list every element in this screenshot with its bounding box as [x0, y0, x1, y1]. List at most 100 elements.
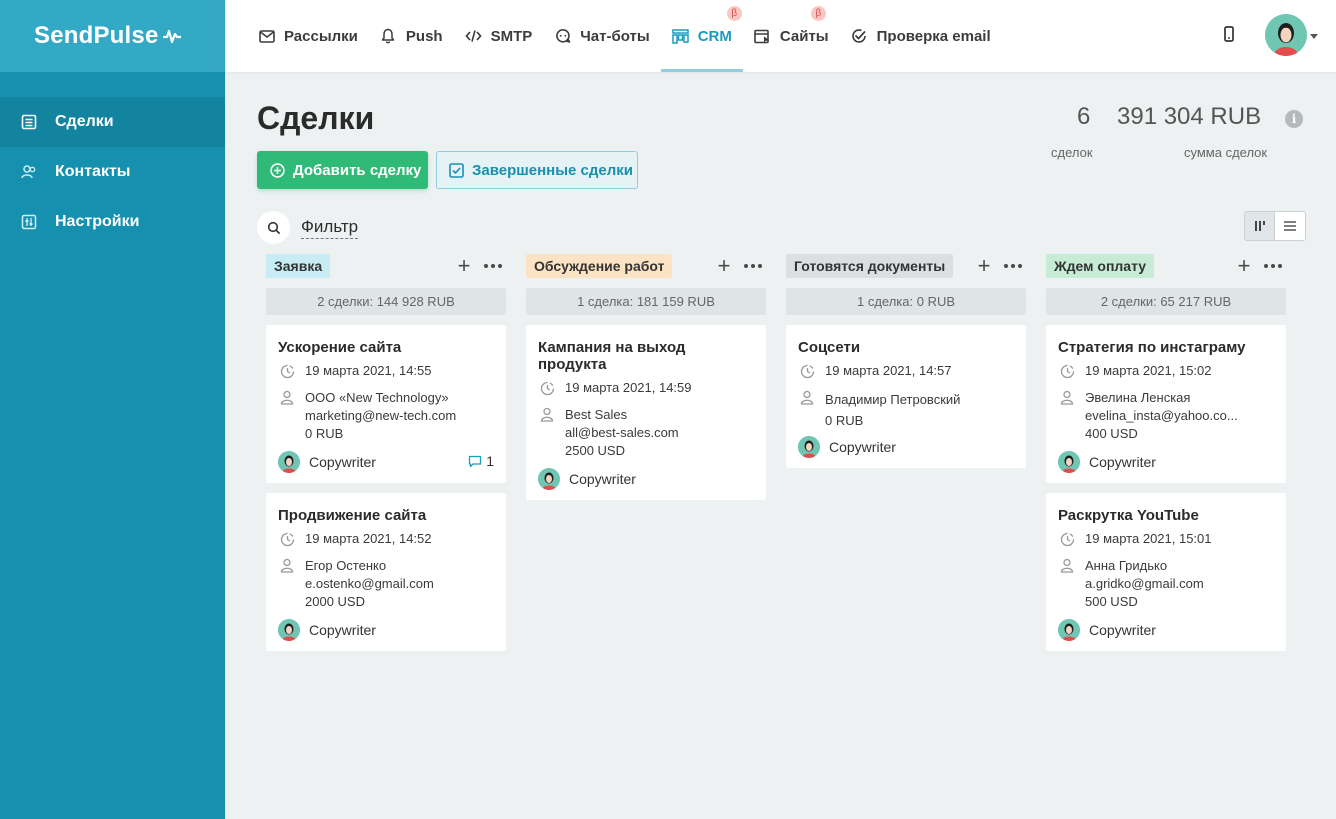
deal-date-row: 19 марта 2021, 14:55 — [278, 363, 494, 379]
column-header: Обсуждение работ + — [526, 253, 766, 278]
deal-title: Кампания на выход продукта — [538, 339, 686, 373]
kanban-icon — [1254, 221, 1265, 231]
nav-label: Проверка email — [876, 27, 991, 45]
deal-amount: 0 RUB — [825, 413, 864, 428]
contact-email: a.gridko@gmail.com — [1085, 576, 1204, 591]
contact-email: e.ostenko@gmail.com — [305, 576, 434, 591]
deal-title: Ускорение сайта — [278, 339, 402, 356]
add-deal-to-stage-button[interactable]: + — [456, 254, 472, 277]
sidebar-item-settings[interactable]: Настройки — [0, 197, 225, 247]
nav-label: Сайты — [779, 27, 829, 45]
clock-icon — [539, 380, 555, 396]
add-deal-button[interactable]: Добавить сделку — [257, 151, 428, 189]
pulse-icon — [162, 29, 181, 44]
contact-details: Владимир Петровский 0 RUB — [825, 389, 960, 431]
filter-toggle[interactable]: Фильтр — [301, 217, 359, 239]
deal-date: 19 марта 2021, 14:59 — [565, 380, 692, 395]
beta-badge: β — [726, 6, 742, 21]
sidebar: SendPulse Сделки Контакты Настройки — [0, 0, 225, 819]
nav-label: Чат-боты — [580, 27, 650, 45]
deal-title: Соцсети — [798, 339, 861, 356]
more-options-icon[interactable] — [484, 263, 502, 268]
more-options-icon[interactable] — [744, 263, 762, 268]
stage-badge[interactable]: Готовятся документы — [786, 253, 954, 278]
column-header: Заявка + — [266, 253, 506, 278]
contact-name: Best Sales — [565, 407, 628, 422]
beta-badge: β — [810, 6, 826, 21]
deals-count-label: сделок — [1051, 145, 1093, 160]
nav-chatbots[interactable]: Чат-боты — [543, 0, 660, 72]
deal-date-row: 19 марта 2021, 14:59 — [538, 380, 754, 396]
deal-date: 19 марта 2021, 15:02 — [1085, 363, 1212, 378]
nav-crm[interactable]: CRM β — [660, 0, 744, 72]
logo-bar: SendPulse — [0, 0, 225, 72]
settings-icon — [21, 214, 37, 230]
deal-contact-row: Анна Гридько a.gridko@gmail.com 500 USD — [1058, 557, 1274, 611]
kanban-view-button[interactable] — [1245, 212, 1276, 240]
view-toggle — [1244, 211, 1306, 241]
nav-smtp[interactable]: SMTP — [454, 0, 544, 72]
contact-name: Владимир Петровский — [825, 392, 961, 407]
stage-badge[interactable]: Заявка — [266, 253, 331, 278]
add-deal-to-stage-button[interactable]: + — [976, 254, 992, 277]
nav-push[interactable]: Push — [369, 0, 454, 72]
column-actions: + — [1236, 254, 1286, 277]
nav-sites[interactable]: Сайты β — [743, 0, 840, 72]
person-icon — [1059, 557, 1075, 573]
list-view-button[interactable] — [1275, 212, 1305, 240]
nav-mailings[interactable]: Рассылки — [247, 0, 369, 72]
plus-circle-icon — [270, 162, 285, 178]
deal-owner: Copywriter — [278, 619, 494, 641]
stage-badge[interactable]: Обсуждение работ — [526, 253, 673, 278]
stage-badge[interactable]: Ждем оплату — [1046, 253, 1155, 278]
comments-number: 1 — [486, 453, 494, 469]
deals-sum: 391 304 RUB — [1117, 103, 1262, 130]
deal-contact-row: Владимир Петровский 0 RUB — [798, 389, 1014, 431]
sidebar-item-deals[interactable]: Сделки — [0, 97, 225, 147]
deal-card[interactable]: Соцсети 19 марта 2021, 14:57 Владимир Пе… — [786, 325, 1026, 468]
contact-name: ООО «New Technology» — [305, 390, 449, 405]
deal-card[interactable]: Продвижение сайта 19 марта 2021, 14:52 Е… — [266, 493, 506, 651]
contact-details: Best Sales all@best-sales.com 2500 USD — [565, 406, 679, 460]
deal-date: 19 марта 2021, 14:57 — [825, 363, 952, 378]
deal-date-row: 19 марта 2021, 15:01 — [1058, 531, 1274, 547]
deal-card[interactable]: Раскрутка YouTube 19 марта 2021, 15:01 А… — [1046, 493, 1286, 651]
more-options-icon[interactable] — [1264, 263, 1282, 268]
sidebar-nav: Сделки Контакты Настройки — [0, 97, 225, 247]
owner-name: Copywriter — [569, 471, 636, 487]
deal-card[interactable]: Ускорение сайта 19 марта 2021, 14:55 ООО… — [266, 325, 506, 483]
column-actions: + — [456, 254, 506, 277]
filter-search-button[interactable] — [257, 211, 290, 244]
completed-deals-label: Завершенные сделки — [472, 161, 634, 179]
owner-name: Copywriter — [1089, 622, 1156, 638]
deal-card[interactable]: Кампания на выход продукта 19 марта 2021… — [526, 325, 766, 500]
column-summary: 1 сделка: 181 159 RUB — [526, 288, 766, 315]
person-icon — [279, 557, 295, 573]
deal-date: 19 марта 2021, 14:52 — [305, 531, 432, 546]
mobile-icon[interactable] — [1223, 26, 1235, 42]
sidebar-item-contacts[interactable]: Контакты — [0, 147, 225, 197]
nav-email-verify[interactable]: Проверка email — [840, 0, 1002, 72]
comments-count[interactable]: 1 — [468, 453, 494, 469]
add-deal-to-stage-button[interactable]: + — [716, 254, 732, 277]
deal-amount: 500 USD — [1085, 594, 1138, 609]
column-summary: 2 сделки: 65 217 RUB — [1046, 288, 1286, 315]
more-options-icon[interactable] — [1004, 263, 1022, 268]
sites-icon — [754, 28, 771, 44]
owner-name: Copywriter — [309, 454, 376, 470]
contact-details: Анна Гридько a.gridko@gmail.com 500 USD — [1085, 557, 1204, 611]
column-header: Готовятся документы + — [786, 253, 1026, 278]
chevron-down-icon[interactable] — [1310, 34, 1318, 39]
mail-icon — [258, 28, 275, 44]
avatar — [278, 451, 300, 473]
deal-card[interactable]: Стратегия по инстаграму 19 марта 2021, 1… — [1046, 325, 1286, 483]
add-deal-to-stage-button[interactable]: + — [1236, 254, 1252, 277]
completed-deals-button[interactable]: Завершенные сделки — [436, 151, 638, 189]
add-deal-label: Добавить сделку — [293, 161, 422, 179]
deal-date-row: 19 марта 2021, 14:52 — [278, 531, 494, 547]
user-avatar[interactable] — [1265, 14, 1307, 56]
sendpulse-logo[interactable]: SendPulse — [34, 22, 181, 50]
info-icon[interactable]: i — [1285, 110, 1303, 128]
deal-contact-row: Эвелина Ленская evelina_insta@yahoo.co..… — [1058, 389, 1274, 443]
search-icon — [267, 221, 280, 234]
